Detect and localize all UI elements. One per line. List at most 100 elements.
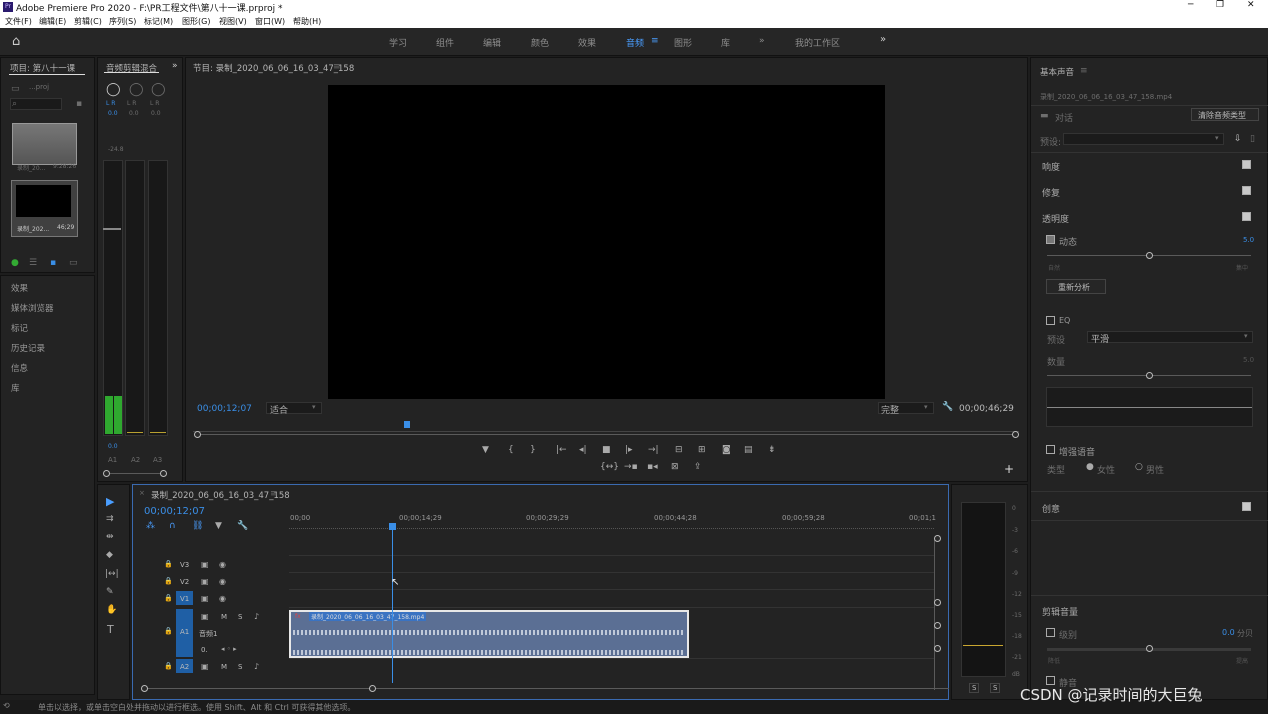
eye-icon[interactable]: ◉ [219,594,226,603]
program-timecode[interactable]: 00;00;12;07 [197,404,252,414]
selection-tool-icon[interactable]: ▶ [106,495,114,508]
female-radio[interactable]: ● [1086,462,1094,472]
stop-icon[interactable]: ■ [602,445,611,455]
film-icon[interactable]: ▣ [201,662,209,671]
search-input[interactable] [10,98,62,110]
fader-track[interactable] [125,160,145,436]
wrench-icon[interactable]: 🔧 [942,402,953,412]
workspace-mine[interactable]: 我的工作区 [795,36,840,49]
workspace-overflow-icon[interactable]: » [880,34,886,45]
close-tab-icon[interactable]: × [139,489,145,497]
workspace-color[interactable]: 颜色 [531,36,549,49]
film-icon[interactable]: ▣ [201,612,209,621]
info-tab[interactable]: 信息 [11,362,28,374]
lift-icon[interactable]: ⊟ [675,445,683,455]
overwrite-icon[interactable]: →▪ [624,462,638,472]
go-to-out-icon[interactable]: →| [648,445,659,455]
ripple-edit-icon[interactable]: ⇹ [106,532,114,542]
male-radio[interactable]: ○ [1135,462,1143,472]
workspace-editing[interactable]: 编辑 [483,36,501,49]
mark-out-icon[interactable]: } [530,445,536,455]
trim-icon[interactable]: ⊠ [671,462,679,472]
workspace-menu-icon[interactable]: ≡ [651,36,659,46]
mark-in-icon[interactable]: { [508,445,514,455]
marker-icon[interactable]: ▼ [482,445,489,455]
timeline-horizontal-scrollbar[interactable] [144,688,949,689]
fader-handle[interactable] [103,228,121,230]
libraries-tab[interactable]: 库 [11,382,20,394]
track-v3[interactable]: V3 [180,561,189,569]
pan-knob-icon[interactable]: ◯ [106,82,121,97]
lock-icon[interactable]: 🔒 [164,627,173,635]
microphone-icon[interactable]: ♪ [254,662,259,671]
fader-track[interactable] [148,160,168,436]
camera-icon[interactable]: ◙ [722,445,731,455]
workspace-libraries[interactable]: 库 [721,36,730,49]
snap-icon[interactable]: ⁂ [146,521,155,531]
film-icon[interactable]: ▣ [201,560,209,569]
solo-button[interactable]: S [238,613,242,621]
creative-section[interactable]: 创意 [1042,502,1060,515]
repair-checkbox[interactable] [1242,186,1251,195]
compare-icon[interactable]: ▤ [744,445,753,455]
mute-button[interactable]: M [221,663,227,671]
home-icon[interactable]: ⌂ [12,34,20,49]
hand-tool-icon[interactable]: ✋ [106,605,117,615]
pan-knob-icon[interactable]: ◯ [129,82,144,97]
film-icon[interactable]: ▣ [201,577,209,586]
freeform-view-icon[interactable]: ▭ [69,258,78,268]
audio-clip[interactable]: fx 录制_2020_06_06_16_03_47_158.mp4 [289,610,689,658]
film-icon[interactable]: ▣ [201,594,209,603]
bin-icon[interactable]: ▪ [76,99,82,109]
repair-section[interactable]: 修复 [1042,186,1060,199]
solo-left-button[interactable]: S [969,683,980,693]
level-checkbox[interactable] [1046,628,1055,637]
linked-selection-icon[interactable]: ⛓ [192,521,203,531]
program-playhead[interactable] [404,421,410,428]
insert-icon[interactable]: {↔} [600,462,619,472]
eye-icon[interactable]: ◉ [219,577,226,586]
workspace-more[interactable]: » [759,36,765,46]
dynamics-checkbox[interactable] [1046,235,1055,244]
icon-view-icon[interactable]: ▪ [50,258,56,268]
history-tab[interactable]: 历史记录 [11,342,45,354]
add-marker-icon[interactable]: ▼ [215,521,222,531]
add-button-icon[interactable]: + [1004,462,1014,476]
mute-button[interactable]: M [221,613,227,621]
export-frame-icon[interactable]: ⇪ [694,462,702,472]
fader-track[interactable] [103,160,123,436]
clarity-checkbox[interactable] [1242,212,1251,221]
media-browser-tab[interactable]: 媒体浏览器 [11,302,54,314]
workspace-effects[interactable]: 效果 [578,36,596,49]
restore-icon[interactable]: ❐ [1216,0,1224,10]
step-forward-icon[interactable]: |▸ [625,445,633,455]
eq-preset-dropdown[interactable] [1087,331,1253,343]
menu-help[interactable]: 帮助(H) [293,16,321,27]
playhead-scrubber[interactable] [193,422,1019,432]
menu-clip[interactable]: 剪辑(C) [74,16,102,27]
minimize-icon[interactable]: ─ [1188,0,1193,10]
save-preset-icon[interactable]: ⇩ [1234,134,1242,144]
sequence-tab[interactable]: 录制_2020_06_06_16_03_47_158 [151,489,290,501]
workspace-audio[interactable]: 音频 [626,36,644,49]
timeline-timecode[interactable]: 00;00;12;07 [144,506,205,517]
close-icon[interactable]: ✕ [1247,0,1255,10]
loudness-section[interactable]: 响度 [1042,160,1060,173]
type-tool-icon[interactable]: T [107,623,114,636]
lock-icon[interactable]: 🔒 [164,662,173,670]
menu-sequence[interactable]: 序列(S) [109,16,136,27]
panel-overflow-icon[interactable]: » [172,61,178,71]
time-ruler[interactable] [289,523,934,529]
solo-button[interactable]: S [238,663,242,671]
pen-tool-icon[interactable]: ✎ [106,587,114,597]
lock-icon[interactable]: 🔒 [164,594,173,602]
panel-menu-icon[interactable]: ≡ [270,489,278,499]
delete-preset-icon[interactable]: ▯ [1250,134,1255,144]
enhance-speech-checkbox[interactable] [1046,445,1055,454]
effects-panel-tab[interactable]: 效果 [11,282,28,294]
track-select-icon[interactable]: ⇉ [106,514,114,524]
lock-icon[interactable]: 🔒 [164,577,173,585]
magnet-icon[interactable]: ∩ [169,521,176,531]
workspace-assembly[interactable]: 组件 [436,36,454,49]
solo-right-button[interactable]: S [990,683,1001,693]
